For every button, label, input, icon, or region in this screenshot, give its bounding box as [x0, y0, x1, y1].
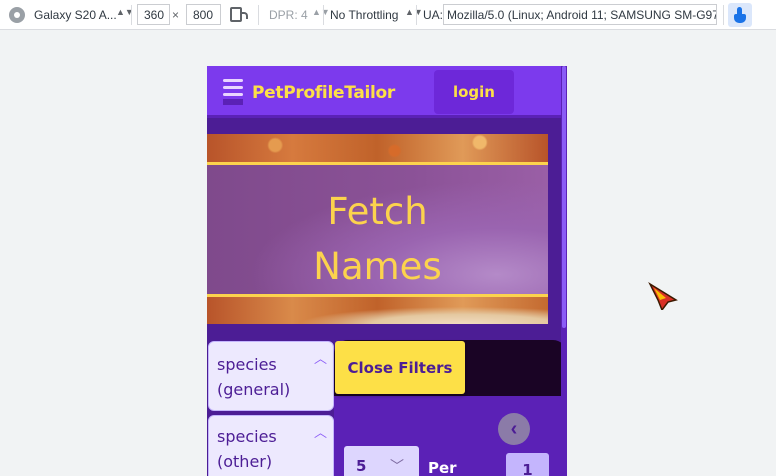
times-sign: × [172, 8, 180, 22]
filter-label-line: (other) [217, 452, 273, 471]
filter-label: species (general) [217, 352, 290, 402]
chevron-up-icon[interactable]: ︿ [314, 348, 327, 367]
per-page-select[interactable]: 5 ﹀ [344, 446, 419, 476]
filter-species-general[interactable]: species (general) ︿ [208, 341, 334, 411]
filter-species-other[interactable]: species (other) ︿ [208, 415, 334, 476]
chevron-left-icon: ‹ [510, 417, 518, 440]
page-title: Fetch Names [207, 184, 548, 294]
divider [416, 5, 417, 25]
previous-page-button[interactable]: ‹ [498, 413, 530, 445]
login-button[interactable]: login [434, 70, 514, 114]
brand-logo[interactable]: PetProfileTailor [252, 83, 395, 103]
chevron-up-icon[interactable]: ︿ [314, 422, 327, 441]
rotate-icon[interactable] [230, 7, 248, 22]
filter-label: species (other) [217, 424, 277, 474]
user-agent-input[interactable]: Mozilla/5.0 (Linux; Android 11; SAMSUNG … [443, 4, 717, 25]
hero-image-top [207, 134, 548, 162]
per-page-label: Per [428, 459, 457, 476]
site-header: PetProfileTailor login [207, 66, 561, 118]
hero-image-bottom [207, 297, 548, 324]
page-number-button[interactable]: 1 [506, 453, 549, 476]
hamburger-menu-icon[interactable] [223, 79, 243, 105]
divider [723, 5, 724, 25]
title-line-1: Fetch [327, 190, 428, 233]
touch-icon[interactable] [728, 3, 752, 27]
scrollbar[interactable] [561, 66, 567, 476]
height-input[interactable]: 800 [186, 4, 221, 25]
chevron-down-icon: ﹀ [390, 458, 404, 474]
per-page-value: 5 [356, 457, 367, 475]
throttling-dropdown-icon[interactable]: ▲▼ [405, 7, 423, 17]
title-line-2: Names [313, 245, 442, 288]
hero-banner: Fetch Names [207, 134, 548, 324]
divider [258, 5, 259, 25]
device-select[interactable]: Galaxy S20 A... [34, 8, 117, 22]
scrollbar-thumb[interactable] [562, 66, 566, 328]
close-filters-button[interactable]: Close Filters [335, 341, 465, 394]
dpr-dropdown-icon[interactable]: ▲▼ [312, 7, 330, 17]
filter-label-line: species [217, 427, 277, 446]
throttling-select[interactable]: No Throttling [330, 8, 398, 22]
devtools-device-toolbar: Galaxy S20 A... ▲▼ 360 × 800 DPR: 4 ▲▼ N… [0, 0, 776, 30]
mobile-viewport: PetProfileTailor login Fetch Names speci… [207, 66, 567, 476]
filter-label-line: (general) [217, 380, 291, 399]
cursor-icon [648, 281, 678, 310]
dpr-select[interactable]: DPR: 4 [269, 8, 308, 22]
ua-label: UA: [423, 8, 444, 22]
chrome-icon [9, 7, 25, 23]
divider [323, 5, 324, 25]
width-input[interactable]: 360 [137, 4, 170, 25]
divider [131, 5, 132, 25]
filter-label-line: species [217, 355, 277, 374]
